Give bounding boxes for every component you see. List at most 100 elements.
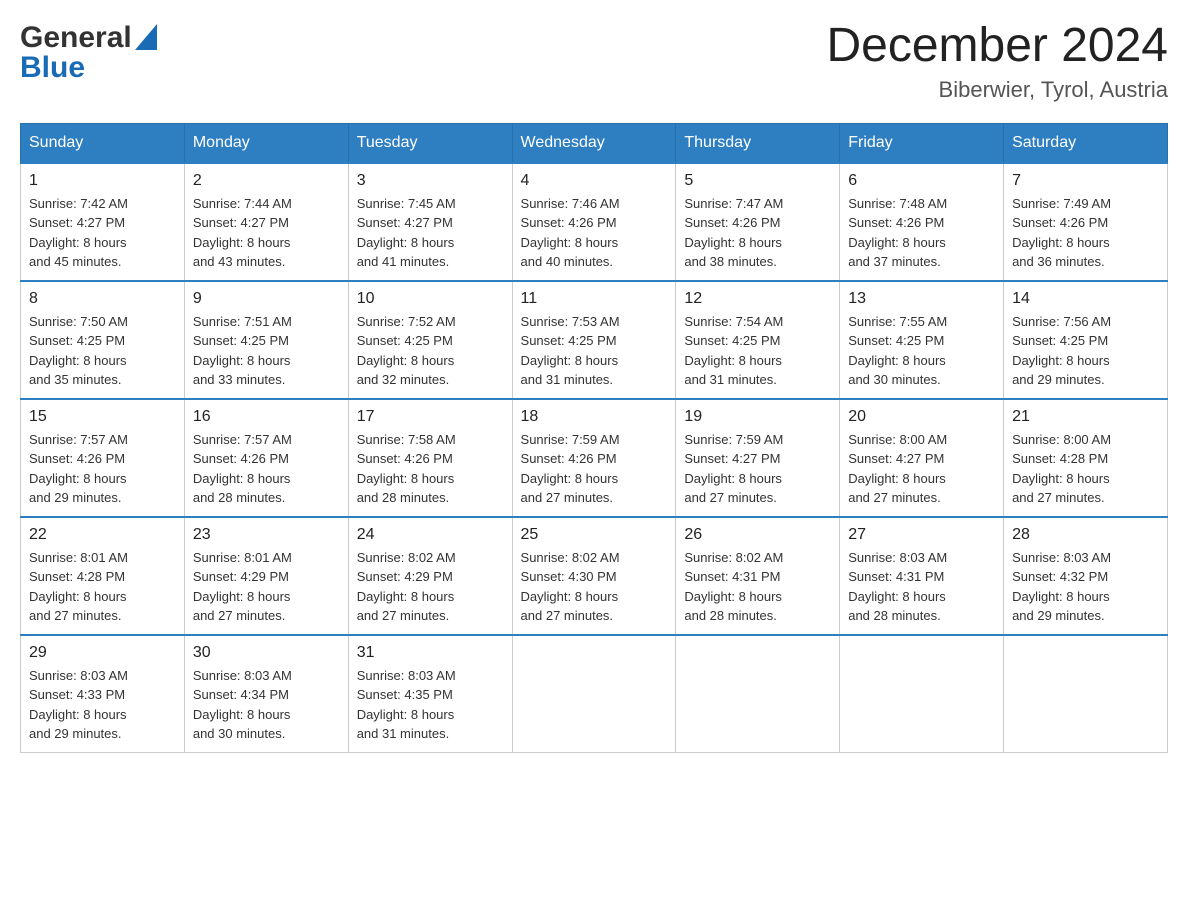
calendar-cell: 19 Sunrise: 7:59 AM Sunset: 4:27 PM Dayl… bbox=[676, 399, 840, 517]
day-info: Sunrise: 8:01 AM Sunset: 4:28 PM Dayligh… bbox=[29, 548, 176, 626]
calendar-cell: 3 Sunrise: 7:45 AM Sunset: 4:27 PM Dayli… bbox=[348, 163, 512, 281]
day-number: 2 bbox=[193, 172, 340, 190]
calendar-cell: 23 Sunrise: 8:01 AM Sunset: 4:29 PM Dayl… bbox=[184, 517, 348, 635]
calendar-cell: 6 Sunrise: 7:48 AM Sunset: 4:26 PM Dayli… bbox=[840, 163, 1004, 281]
calendar-cell: 12 Sunrise: 7:54 AM Sunset: 4:25 PM Dayl… bbox=[676, 281, 840, 399]
calendar-cell: 18 Sunrise: 7:59 AM Sunset: 4:26 PM Dayl… bbox=[512, 399, 676, 517]
calendar-cell: 5 Sunrise: 7:47 AM Sunset: 4:26 PM Dayli… bbox=[676, 163, 840, 281]
day-number: 26 bbox=[684, 526, 831, 544]
calendar-cell: 30 Sunrise: 8:03 AM Sunset: 4:34 PM Dayl… bbox=[184, 635, 348, 753]
day-number: 30 bbox=[193, 644, 340, 662]
logo-blue-text: Blue bbox=[20, 51, 157, 85]
day-info: Sunrise: 7:45 AM Sunset: 4:27 PM Dayligh… bbox=[357, 194, 504, 272]
calendar-cell: 25 Sunrise: 8:02 AM Sunset: 4:30 PM Dayl… bbox=[512, 517, 676, 635]
page-header: General Blue December 2024 Biberwier, Ty… bbox=[20, 20, 1168, 103]
calendar-table: SundayMondayTuesdayWednesdayThursdayFrid… bbox=[20, 123, 1168, 753]
day-info: Sunrise: 8:02 AM Sunset: 4:31 PM Dayligh… bbox=[684, 548, 831, 626]
day-info: Sunrise: 8:00 AM Sunset: 4:28 PM Dayligh… bbox=[1012, 430, 1159, 508]
calendar-cell: 4 Sunrise: 7:46 AM Sunset: 4:26 PM Dayli… bbox=[512, 163, 676, 281]
logo: General Blue bbox=[20, 20, 157, 85]
calendar-cell: 16 Sunrise: 7:57 AM Sunset: 4:26 PM Dayl… bbox=[184, 399, 348, 517]
calendar-cell: 1 Sunrise: 7:42 AM Sunset: 4:27 PM Dayli… bbox=[21, 163, 185, 281]
day-info: Sunrise: 8:03 AM Sunset: 4:33 PM Dayligh… bbox=[29, 666, 176, 744]
day-info: Sunrise: 8:01 AM Sunset: 4:29 PM Dayligh… bbox=[193, 548, 340, 626]
header-day-friday: Friday bbox=[840, 123, 1004, 163]
calendar-cell bbox=[840, 635, 1004, 753]
day-info: Sunrise: 7:56 AM Sunset: 4:25 PM Dayligh… bbox=[1012, 312, 1159, 390]
day-number: 1 bbox=[29, 172, 176, 190]
week-row-4: 22 Sunrise: 8:01 AM Sunset: 4:28 PM Dayl… bbox=[21, 517, 1168, 635]
day-info: Sunrise: 7:51 AM Sunset: 4:25 PM Dayligh… bbox=[193, 312, 340, 390]
day-number: 8 bbox=[29, 290, 176, 308]
location-subtitle: Biberwier, Tyrol, Austria bbox=[826, 77, 1168, 103]
day-info: Sunrise: 7:47 AM Sunset: 4:26 PM Dayligh… bbox=[684, 194, 831, 272]
day-number: 27 bbox=[848, 526, 995, 544]
day-number: 15 bbox=[29, 408, 176, 426]
week-row-1: 1 Sunrise: 7:42 AM Sunset: 4:27 PM Dayli… bbox=[21, 163, 1168, 281]
day-info: Sunrise: 7:58 AM Sunset: 4:26 PM Dayligh… bbox=[357, 430, 504, 508]
calendar-cell: 10 Sunrise: 7:52 AM Sunset: 4:25 PM Dayl… bbox=[348, 281, 512, 399]
header-day-saturday: Saturday bbox=[1004, 123, 1168, 163]
day-number: 13 bbox=[848, 290, 995, 308]
day-info: Sunrise: 7:53 AM Sunset: 4:25 PM Dayligh… bbox=[521, 312, 668, 390]
header-day-sunday: Sunday bbox=[21, 123, 185, 163]
day-info: Sunrise: 7:59 AM Sunset: 4:26 PM Dayligh… bbox=[521, 430, 668, 508]
day-number: 21 bbox=[1012, 408, 1159, 426]
day-info: Sunrise: 7:46 AM Sunset: 4:26 PM Dayligh… bbox=[521, 194, 668, 272]
day-info: Sunrise: 8:03 AM Sunset: 4:31 PM Dayligh… bbox=[848, 548, 995, 626]
day-info: Sunrise: 7:52 AM Sunset: 4:25 PM Dayligh… bbox=[357, 312, 504, 390]
day-info: Sunrise: 7:50 AM Sunset: 4:25 PM Dayligh… bbox=[29, 312, 176, 390]
week-row-2: 8 Sunrise: 7:50 AM Sunset: 4:25 PM Dayli… bbox=[21, 281, 1168, 399]
day-number: 20 bbox=[848, 408, 995, 426]
day-info: Sunrise: 8:03 AM Sunset: 4:32 PM Dayligh… bbox=[1012, 548, 1159, 626]
day-number: 19 bbox=[684, 408, 831, 426]
calendar-cell: 28 Sunrise: 8:03 AM Sunset: 4:32 PM Dayl… bbox=[1004, 517, 1168, 635]
calendar-cell: 21 Sunrise: 8:00 AM Sunset: 4:28 PM Dayl… bbox=[1004, 399, 1168, 517]
day-number: 10 bbox=[357, 290, 504, 308]
calendar-cell: 8 Sunrise: 7:50 AM Sunset: 4:25 PM Dayli… bbox=[21, 281, 185, 399]
calendar-cell bbox=[1004, 635, 1168, 753]
day-number: 31 bbox=[357, 644, 504, 662]
calendar-cell: 9 Sunrise: 7:51 AM Sunset: 4:25 PM Dayli… bbox=[184, 281, 348, 399]
calendar-cell: 22 Sunrise: 8:01 AM Sunset: 4:28 PM Dayl… bbox=[21, 517, 185, 635]
calendar-cell: 15 Sunrise: 7:57 AM Sunset: 4:26 PM Dayl… bbox=[21, 399, 185, 517]
header-day-thursday: Thursday bbox=[676, 123, 840, 163]
day-number: 25 bbox=[521, 526, 668, 544]
day-number: 14 bbox=[1012, 290, 1159, 308]
calendar-cell: 2 Sunrise: 7:44 AM Sunset: 4:27 PM Dayli… bbox=[184, 163, 348, 281]
logo-general-text: General bbox=[20, 21, 132, 55]
day-info: Sunrise: 7:42 AM Sunset: 4:27 PM Dayligh… bbox=[29, 194, 176, 272]
day-info: Sunrise: 7:49 AM Sunset: 4:26 PM Dayligh… bbox=[1012, 194, 1159, 272]
day-number: 16 bbox=[193, 408, 340, 426]
calendar-cell: 17 Sunrise: 7:58 AM Sunset: 4:26 PM Dayl… bbox=[348, 399, 512, 517]
calendar-cell: 14 Sunrise: 7:56 AM Sunset: 4:25 PM Dayl… bbox=[1004, 281, 1168, 399]
day-number: 28 bbox=[1012, 526, 1159, 544]
day-info: Sunrise: 7:55 AM Sunset: 4:25 PM Dayligh… bbox=[848, 312, 995, 390]
day-number: 29 bbox=[29, 644, 176, 662]
day-number: 22 bbox=[29, 526, 176, 544]
day-info: Sunrise: 8:03 AM Sunset: 4:34 PM Dayligh… bbox=[193, 666, 340, 744]
header-day-monday: Monday bbox=[184, 123, 348, 163]
day-number: 24 bbox=[357, 526, 504, 544]
calendar-cell: 29 Sunrise: 8:03 AM Sunset: 4:33 PM Dayl… bbox=[21, 635, 185, 753]
day-number: 17 bbox=[357, 408, 504, 426]
title-area: December 2024 Biberwier, Tyrol, Austria bbox=[826, 20, 1168, 103]
calendar-header-row: SundayMondayTuesdayWednesdayThursdayFrid… bbox=[21, 123, 1168, 163]
day-info: Sunrise: 8:02 AM Sunset: 4:29 PM Dayligh… bbox=[357, 548, 504, 626]
day-number: 9 bbox=[193, 290, 340, 308]
calendar-cell: 20 Sunrise: 8:00 AM Sunset: 4:27 PM Dayl… bbox=[840, 399, 1004, 517]
day-info: Sunrise: 7:48 AM Sunset: 4:26 PM Dayligh… bbox=[848, 194, 995, 272]
calendar-cell: 31 Sunrise: 8:03 AM Sunset: 4:35 PM Dayl… bbox=[348, 635, 512, 753]
day-info: Sunrise: 8:00 AM Sunset: 4:27 PM Dayligh… bbox=[848, 430, 995, 508]
calendar-cell: 11 Sunrise: 7:53 AM Sunset: 4:25 PM Dayl… bbox=[512, 281, 676, 399]
header-day-tuesday: Tuesday bbox=[348, 123, 512, 163]
calendar-cell bbox=[676, 635, 840, 753]
day-number: 4 bbox=[521, 172, 668, 190]
header-day-wednesday: Wednesday bbox=[512, 123, 676, 163]
day-info: Sunrise: 7:54 AM Sunset: 4:25 PM Dayligh… bbox=[684, 312, 831, 390]
calendar-cell: 27 Sunrise: 8:03 AM Sunset: 4:31 PM Dayl… bbox=[840, 517, 1004, 635]
day-info: Sunrise: 7:57 AM Sunset: 4:26 PM Dayligh… bbox=[29, 430, 176, 508]
day-number: 23 bbox=[193, 526, 340, 544]
day-number: 18 bbox=[521, 408, 668, 426]
calendar-cell: 7 Sunrise: 7:49 AM Sunset: 4:26 PM Dayli… bbox=[1004, 163, 1168, 281]
